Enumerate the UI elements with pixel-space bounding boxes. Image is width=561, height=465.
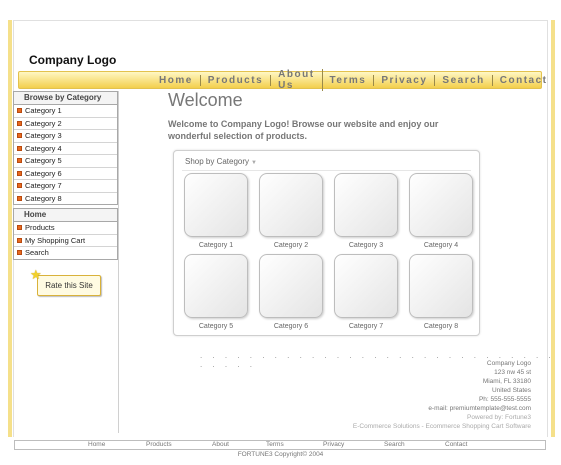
bullet-icon — [17, 133, 22, 139]
sidebar-link-cart[interactable]: My Shopping Cart — [14, 235, 117, 247]
category-image[interactable] — [259, 254, 323, 318]
bullet-icon — [17, 120, 22, 126]
sidebar-category-4[interactable]: Category 4 — [14, 143, 117, 155]
sidebar-category-5[interactable]: Category 5 — [14, 155, 117, 168]
footer-link-about[interactable]: About — [212, 441, 229, 449]
bullet-icon — [17, 195, 22, 201]
sidebar-category-label: Category 7 — [25, 181, 62, 190]
category-card-1[interactable]: Category 1 — [184, 173, 248, 249]
nav-products[interactable]: Products — [201, 74, 272, 86]
shop-by-category-title[interactable]: Shop by Category ▼ — [185, 157, 257, 166]
sidebar-category-label: Category 5 — [25, 156, 62, 165]
address-email[interactable]: e-mail: premiumtemplate@test.com — [353, 404, 531, 413]
category-label[interactable]: Category 8 — [409, 323, 473, 330]
company-address: Company Logo 123 nw 45 st Miami, FL 3318… — [353, 359, 531, 431]
browse-by-category-box: Browse by Category Category 1 Category 2… — [13, 91, 118, 205]
category-card-6[interactable]: Category 6 — [259, 254, 323, 330]
footer-link-products[interactable]: Products — [146, 441, 172, 449]
shop-divider — [182, 170, 471, 171]
footer-link-home[interactable]: Home — [88, 441, 105, 449]
nav-privacy[interactable]: Privacy — [374, 74, 436, 86]
category-card-4[interactable]: Category 4 — [409, 173, 473, 249]
bullet-icon — [17, 237, 22, 243]
bullet-icon — [17, 108, 22, 114]
top-nav-bar: Home Products About Us Terms Privacy Sea… — [18, 69, 546, 91]
address-company: Company Logo — [486, 360, 531, 367]
sidebar-divider — [118, 91, 119, 433]
nav-home[interactable]: Home — [152, 74, 201, 86]
caret-down-icon: ▼ — [251, 160, 257, 166]
footer-link-contact[interactable]: Contact — [445, 441, 467, 449]
category-card-3[interactable]: Category 3 — [334, 173, 398, 249]
sidebar-category-3[interactable]: Category 3 — [14, 130, 117, 143]
category-card-8[interactable]: Category 8 — [409, 254, 473, 330]
bullet-icon — [17, 225, 22, 231]
sidebar-category-label: Category 3 — [25, 131, 62, 140]
nav-search[interactable]: Search — [435, 74, 493, 86]
category-image[interactable] — [259, 173, 323, 237]
category-image[interactable] — [184, 173, 248, 237]
category-card-7[interactable]: Category 7 — [334, 254, 398, 330]
category-label[interactable]: Category 2 — [259, 242, 323, 249]
category-card-5[interactable]: Category 5 — [184, 254, 248, 330]
address-city: Miami, FL 33180 — [482, 378, 531, 385]
category-label[interactable]: Category 6 — [259, 323, 323, 330]
footer-link-privacy[interactable]: Privacy — [323, 441, 344, 449]
star-icon: ★ — [30, 267, 42, 282]
sidebar-category-1[interactable]: Category 1 — [14, 105, 117, 118]
footer-link-search[interactable]: Search — [384, 441, 405, 449]
nav-terms[interactable]: Terms — [323, 74, 375, 86]
company-logo[interactable]: Company Logo — [29, 53, 116, 67]
footer-nav: Home Products About Terms Privacy Search… — [14, 440, 546, 450]
footer-link-terms[interactable]: Terms — [266, 441, 284, 449]
sidebar-category-7[interactable]: Category 7 — [14, 180, 117, 193]
category-label[interactable]: Category 7 — [334, 323, 398, 330]
sidebar-category-6[interactable]: Category 6 — [14, 168, 117, 180]
copyright: FORTUNE3 Copyright© 2004 — [237, 451, 324, 458]
category-label[interactable]: Category 3 — [334, 242, 398, 249]
category-label[interactable]: Category 1 — [184, 242, 248, 249]
category-label[interactable]: Category 4 — [409, 242, 473, 249]
sidebar-link-products[interactable]: Products — [14, 222, 117, 235]
address-street: 123 nw 45 st — [494, 369, 531, 376]
category-image[interactable] — [409, 173, 473, 237]
sidebar-link-label: My Shopping Cart — [25, 235, 86, 245]
sidebar-category-label: Category 4 — [25, 143, 62, 153]
shop-by-category-panel: Shop by Category ▼ Category 1 Category 2 … — [173, 150, 480, 336]
sidebar-home-link[interactable]: Home — [14, 209, 117, 222]
rate-this-site-button[interactable]: Rate this Site — [37, 275, 101, 296]
sidebar-link-search[interactable]: Search — [14, 247, 117, 259]
bullet-icon — [17, 145, 22, 151]
page-title: Welcome — [168, 90, 243, 110]
bullet-icon — [17, 170, 22, 176]
browse-by-category-title: Browse by Category — [14, 92, 117, 105]
category-label[interactable]: Category 5 — [184, 323, 248, 330]
sidebar-link-label: Products — [25, 223, 55, 232]
sidebar-category-label: Category 1 — [25, 106, 62, 115]
nav-contact[interactable]: Contact — [493, 75, 555, 86]
address-country: United States — [491, 387, 531, 394]
powered-by[interactable]: Powered by: Fortune3 — [353, 413, 531, 422]
category-card-2[interactable]: Category 2 — [259, 173, 323, 249]
sidebar-category-8[interactable]: Category 8 — [14, 193, 117, 205]
sidebar-links-box: Home Products My Shopping Cart Search — [13, 208, 118, 260]
bullet-icon — [17, 250, 22, 256]
address-phone: Ph: 555-555-5555 — [478, 396, 531, 403]
sidebar-link-label: Search — [25, 248, 49, 257]
sidebar-category-2[interactable]: Category 2 — [14, 118, 117, 130]
category-image[interactable] — [334, 173, 398, 237]
sidebar-category-label: Category 8 — [25, 193, 62, 203]
category-image[interactable] — [334, 254, 398, 318]
bullet-icon — [17, 158, 22, 164]
sidebar-category-label: Category 6 — [25, 168, 62, 178]
nav-about-us[interactable]: About Us — [271, 69, 323, 91]
bullet-icon — [17, 183, 22, 189]
ecommerce-solutions-link[interactable]: E-Commerce Solutions - Ecommerce Shoppin… — [353, 422, 531, 431]
shop-by-category-label: Shop by Category — [185, 157, 250, 166]
welcome-intro: Welcome to Company Logo! Browse our webs… — [168, 119, 439, 141]
sidebar-category-label: Category 2 — [25, 118, 62, 128]
category-image[interactable] — [184, 254, 248, 318]
category-image[interactable] — [409, 254, 473, 318]
